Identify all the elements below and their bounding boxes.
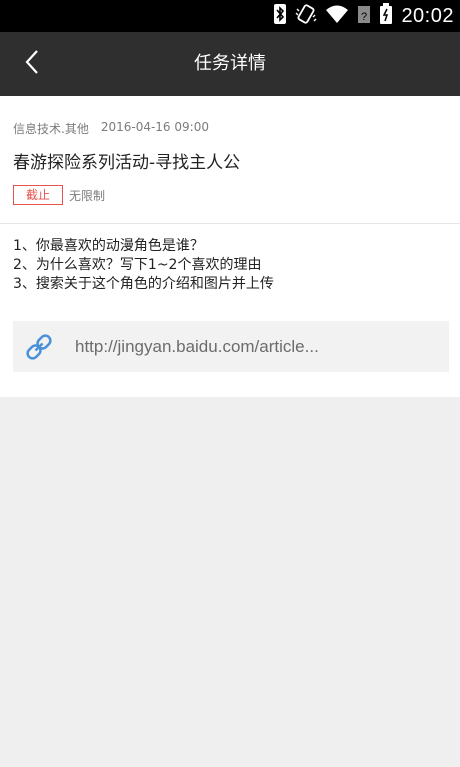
vibrate-icon [295, 3, 317, 29]
battery-icon [379, 3, 393, 29]
reference-link[interactable]: http://jingyan.baidu.com/article... [13, 321, 449, 372]
signal-icon: ? [357, 4, 371, 28]
question-item: 3、搜索关于这个角色的介绍和图片并上传 [13, 276, 274, 292]
status-icons: ? 20:02 [273, 0, 454, 32]
task-datetime: 2016-04-16 09:00 [100, 120, 209, 134]
limit-text: 无限制 [69, 188, 106, 203]
svg-text:?: ? [361, 11, 367, 23]
nav-bar: 任务详情 [0, 32, 460, 96]
back-button[interactable] [14, 46, 50, 82]
page-title: 任务详情 [194, 53, 266, 74]
question-item: 1、你最喜欢的动漫角色是谁？ [13, 238, 204, 254]
divider [0, 223, 460, 224]
task-category: 信息技术.其他 [13, 122, 89, 136]
status-time: 20:02 [401, 4, 454, 27]
task-status-row: 截止 无限制 [13, 185, 105, 205]
wifi-icon [325, 4, 349, 28]
task-questions: 1、你最喜欢的动漫角色是谁？ 2、为什么喜欢？写下1~2个喜欢的理由 3、搜索关… [13, 237, 274, 294]
link-icon [23, 331, 55, 363]
task-title: 春游探险系列活动-寻找主人公 [13, 153, 241, 173]
chevron-left-icon [23, 49, 41, 79]
status-bar: ? 20:02 [0, 0, 460, 32]
bluetooth-icon [273, 3, 287, 29]
task-meta: 信息技术.其他 2016-04-16 09:00 [13, 120, 209, 137]
status-badge: 截止 [13, 185, 64, 205]
question-item: 2、为什么喜欢？写下1~2个喜欢的理由 [13, 257, 262, 273]
link-url[interactable]: http://jingyan.baidu.com/article... [75, 321, 319, 372]
task-card: 信息技术.其他 2016-04-16 09:00 春游探险系列活动-寻找主人公 … [0, 96, 460, 397]
